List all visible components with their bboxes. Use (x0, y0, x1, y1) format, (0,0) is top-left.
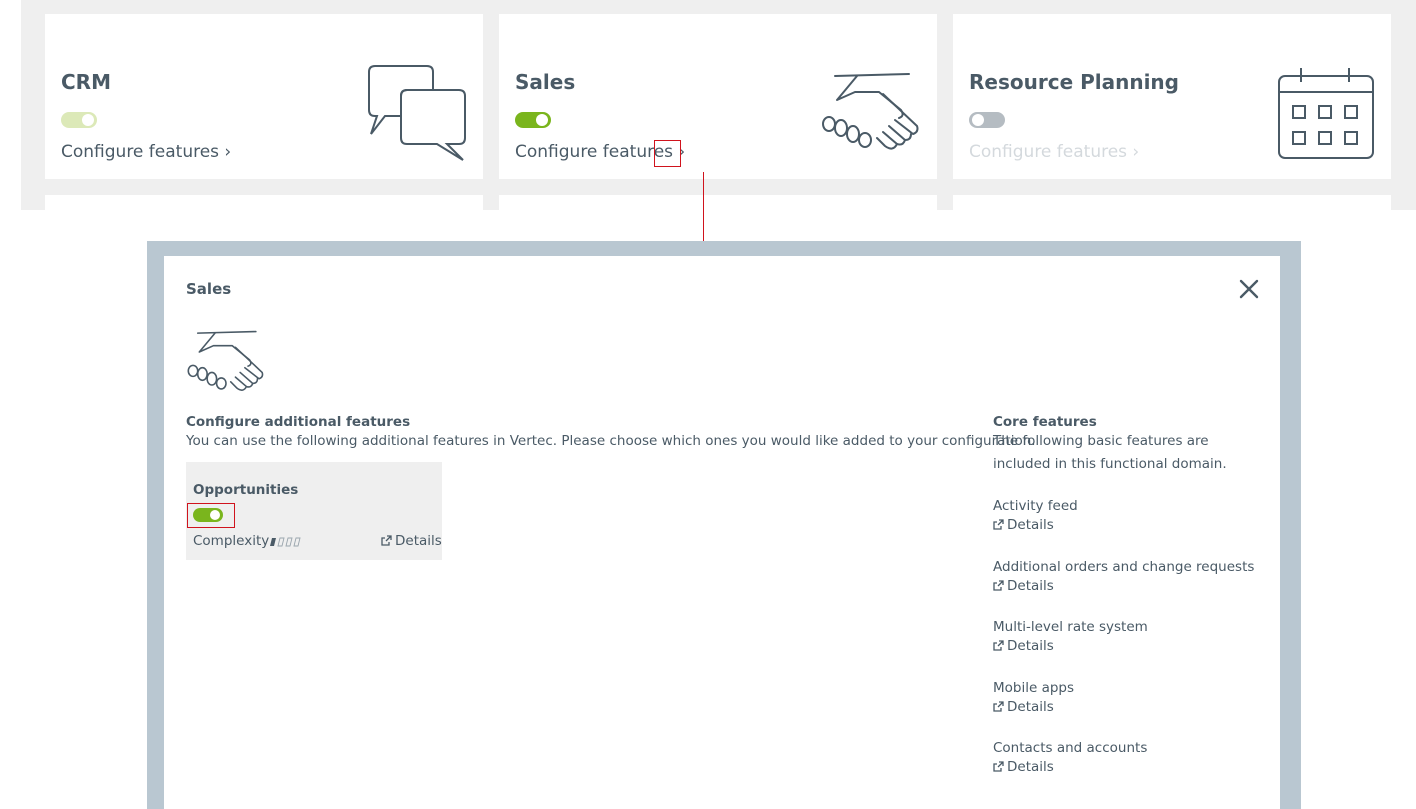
feature-title: Opportunities (193, 482, 299, 498)
details-link[interactable]: Details (993, 517, 1054, 533)
external-link-icon (993, 701, 1004, 712)
additional-features-title: Configure additional features (186, 414, 411, 430)
core-feature-name: Mobile apps (993, 680, 1075, 696)
page: CRM Configure features › Sales Configure… (0, 0, 1416, 809)
card-placeholder (45, 195, 483, 215)
details-link[interactable]: Details (993, 759, 1054, 775)
details-link[interactable]: Details (993, 699, 1054, 715)
complexity-label: Complexity (193, 533, 270, 549)
card-placeholder (499, 195, 937, 215)
card-title: Resource Planning (969, 70, 1179, 94)
card-title: Sales (515, 70, 576, 94)
additional-features-description: You can use the following additional fea… (186, 433, 1036, 449)
annotation-highlight (187, 503, 235, 528)
complexity-bar-filled (270, 538, 276, 546)
calendar-icon (1278, 68, 1374, 159)
core-feature-name: Additional orders and change requests (993, 559, 1255, 575)
card-placeholder (953, 195, 1391, 215)
card-sales: Sales Configure features › (499, 14, 937, 179)
details-link[interactable]: Details (993, 638, 1054, 654)
core-features-title: Core features (993, 414, 1097, 430)
resource-planning-toggle[interactable] (969, 112, 1005, 128)
details-link[interactable]: Details (381, 533, 442, 549)
complexity-bar-empty (285, 537, 293, 547)
complexity-meter (270, 537, 301, 547)
chevron-right-icon: › (1127, 142, 1140, 162)
details-label: Details (1007, 699, 1054, 715)
handshake-icon (187, 330, 264, 391)
configure-features-link[interactable]: Configure features › (61, 142, 231, 162)
external-link-icon (993, 761, 1004, 772)
details-label: Details (1007, 638, 1054, 654)
core-features-description: The following basic features are include… (993, 433, 1227, 472)
annotation-highlight (654, 140, 681, 167)
details-label: Details (1007, 517, 1054, 533)
sales-toggle[interactable] (515, 112, 551, 128)
core-feature-name: Contacts and accounts (993, 740, 1148, 756)
chevron-right-icon: › (219, 142, 232, 162)
external-link-icon (993, 580, 1004, 591)
card-title: CRM (61, 70, 111, 94)
speech-bubbles-icon (368, 65, 466, 161)
close-icon[interactable] (1238, 278, 1260, 300)
complexity-bar-empty (277, 537, 285, 547)
external-link-icon (381, 535, 392, 546)
details-label: Details (1007, 759, 1054, 775)
modal-title: Sales (186, 280, 232, 298)
crm-toggle[interactable] (61, 112, 97, 128)
details-link[interactable]: Details (993, 578, 1054, 594)
details-label: Details (1007, 578, 1054, 594)
complexity-bar-empty (293, 537, 301, 547)
core-feature-name: Multi-level rate system (993, 619, 1148, 635)
external-link-icon (993, 519, 1004, 530)
core-feature-name: Activity feed (993, 498, 1078, 514)
card-resource-planning: Resource Planning Configure features › (953, 14, 1391, 179)
card-crm: CRM Configure features › (45, 14, 483, 179)
external-link-icon (993, 640, 1004, 651)
configure-features-link: Configure features › (969, 142, 1140, 162)
handshake-icon (822, 73, 919, 150)
sales-modal: Sales Configure additional features You … (164, 256, 1280, 809)
